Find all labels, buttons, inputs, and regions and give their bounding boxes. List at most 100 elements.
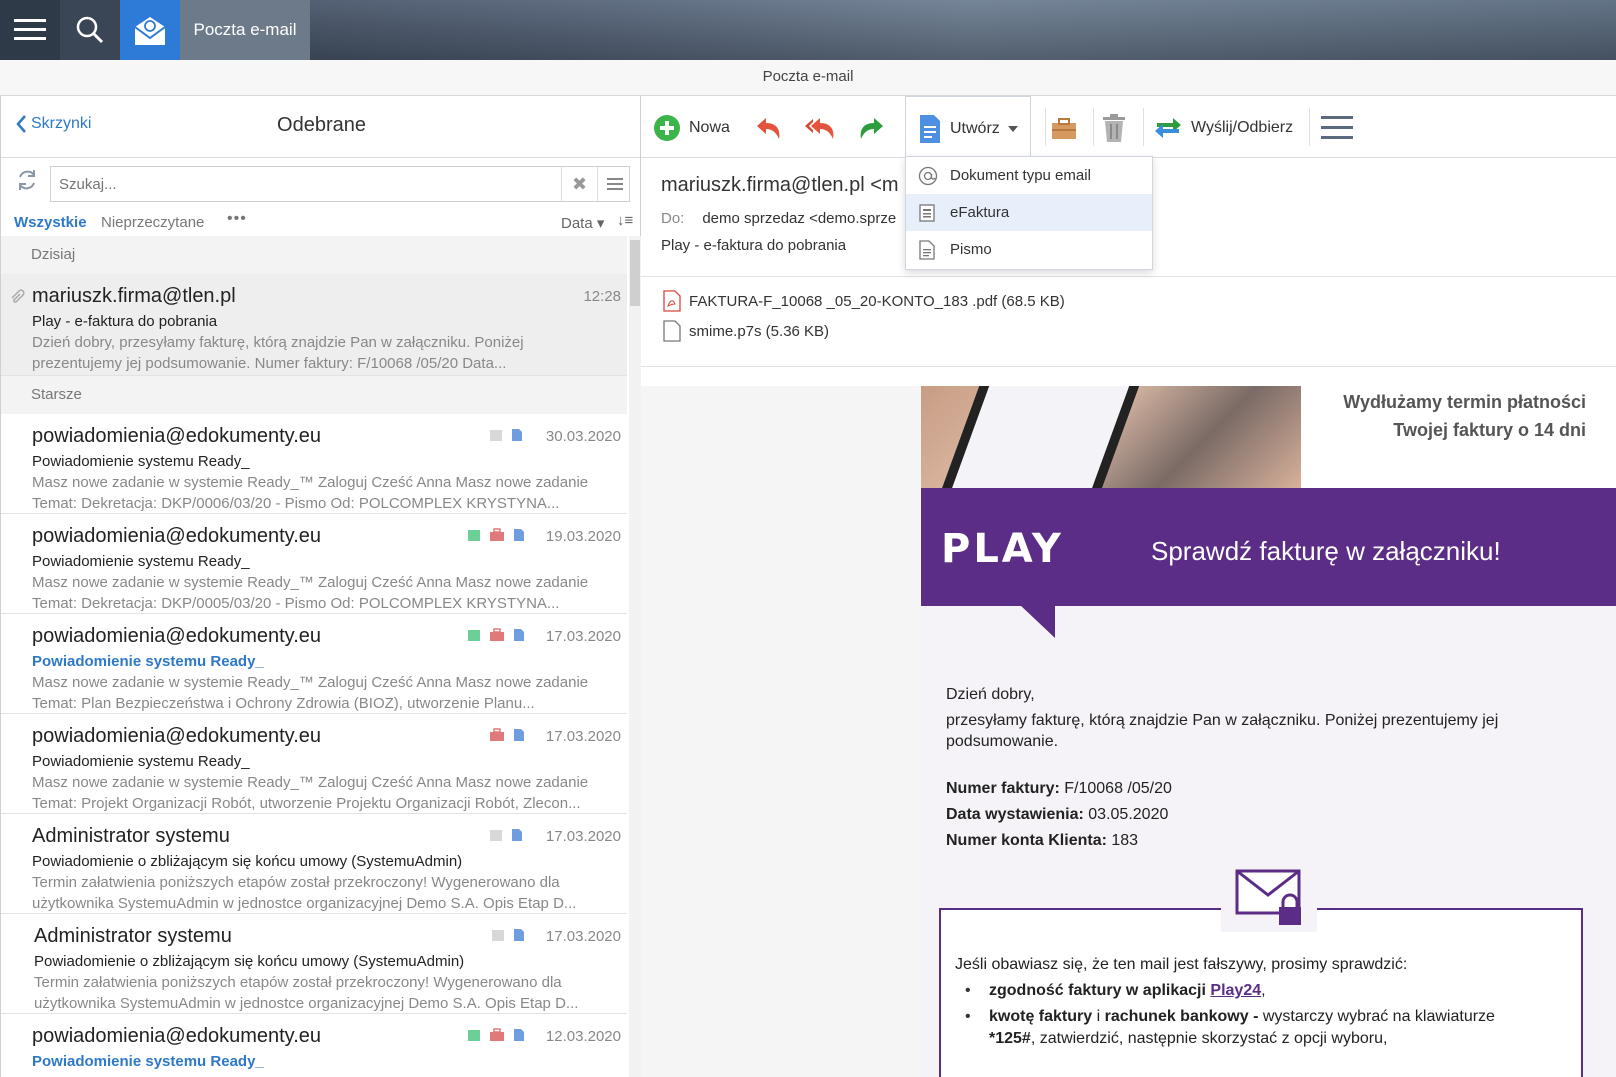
list-item[interactable]: mariuszk.firma@tlen.pl Play - e-faktura … <box>1 274 627 376</box>
attachment-pdf[interactable]: FAKTURA-F_10068 _05_20-KONTO_183 .pdf (6… <box>663 290 1065 312</box>
bullet-strong: kwotę faktury <box>989 1008 1093 1025</box>
secure-mail-badge <box>1221 866 1317 932</box>
move-to-folder-button[interactable] <box>1049 108 1079 148</box>
document-icon <box>514 729 524 741</box>
message-subject: Powiadomienie systemu Ready_ <box>32 553 250 570</box>
message-preview: Masz nowe zadanie w systemie Ready_™ Zal… <box>32 674 589 691</box>
document-icon <box>514 629 524 641</box>
filter-unread[interactable]: Nieprzeczytane <box>101 214 204 231</box>
search-options-button[interactable] <box>597 167 631 201</box>
message-date: 17.03.2020 <box>545 628 621 645</box>
date-value: 03.05.2020 <box>1088 806 1169 823</box>
briefcase-icon <box>490 1028 504 1041</box>
message-preview: Temat: Dekretacja: DKP/0005/03/20 - Pism… <box>32 595 560 612</box>
more-filters-button[interactable]: ••• <box>227 210 247 228</box>
message-sender: powiadomienia@edokumenty.eu <box>32 1025 321 1047</box>
reply-button[interactable] <box>753 108 785 148</box>
message-subject: Powiadomienie systemu Ready_ <box>32 653 264 670</box>
delete-button[interactable] <box>1101 108 1127 148</box>
account-label: Numer konta Klienta: <box>946 832 1107 849</box>
create-dropdown-menu: Dokument typu email eFaktura Pismo <box>905 156 1153 270</box>
forward-button[interactable] <box>855 108 887 148</box>
message-sender: powiadomienia@edokumenty.eu <box>32 525 321 547</box>
hero-image <box>921 386 1301 488</box>
message-preview: użytkownika SystemuAdmin w jednostce org… <box>34 995 579 1012</box>
mail-app-icon <box>134 17 166 45</box>
message-list: Dzisiaj mariuszk.firma@tlen.pl Play - e-… <box>1 236 627 1077</box>
list-item[interactable]: Administrator systemu Powiadomienie o zb… <box>1 914 627 1014</box>
intro-line: przesyłamy fakturę, którą znajdzie Pan w… <box>946 712 1499 729</box>
menu-item-label: Dokument typu email <box>950 167 1091 184</box>
speech-notch <box>1019 604 1055 638</box>
hero-banner: Wydłużamy termin płatności Twojej faktur… <box>921 386 1616 488</box>
message-flags <box>489 828 523 842</box>
hero-text: Twojej faktury o 14 dni <box>1393 420 1586 440</box>
invoice-number: Numer faktury: F/10068 /05/20 <box>946 780 1172 798</box>
document-icon <box>512 829 522 841</box>
list-item[interactable]: Administrator systemu Powiadomienie o zb… <box>1 814 627 914</box>
menu-item-letter[interactable]: Pismo <box>906 231 1152 268</box>
message-flags <box>467 528 525 542</box>
menu-item-email-document[interactable]: Dokument typu email <box>906 157 1152 194</box>
bullet-strong: rachunek bankowy - <box>1104 1008 1259 1025</box>
clear-search-button[interactable]: ✖ <box>561 167 597 201</box>
message-flags <box>491 928 525 942</box>
mail-app-button[interactable] <box>120 0 180 60</box>
message-date: 12:28 <box>583 288 621 305</box>
message-sender: powiadomienia@edokumenty.eu <box>32 725 321 747</box>
calendar-icon <box>468 630 480 641</box>
attachment-icon <box>11 289 25 303</box>
list-scrollbar[interactable] <box>629 236 641 1077</box>
sync-button[interactable] <box>15 168 39 197</box>
reply-all-button[interactable] <box>803 108 837 148</box>
attachment-name: smime.p7s (5.36 KB) <box>689 322 830 340</box>
invoice-label: Numer faktury: <box>946 780 1060 797</box>
toolbar-separator <box>1093 108 1094 146</box>
list-item[interactable]: powiadomienia@edokumenty.eu Powiadomieni… <box>1 514 627 614</box>
message-flags <box>467 628 525 642</box>
attachment-file[interactable]: smime.p7s (5.36 KB) <box>663 320 829 342</box>
message-sender: Administrator systemu <box>34 925 232 947</box>
message-sender: mariuszk.firma@tlen.pl <box>32 285 236 307</box>
message-subject: Powiadomienie o zbliżającym się końcu um… <box>32 853 463 870</box>
sort-direction-icon[interactable]: ↓≡ <box>617 212 633 229</box>
list-icon <box>606 178 623 190</box>
security-notice-box: Jeśli obawiasz się, że ten mail jest fał… <box>939 908 1583 1077</box>
send-receive-label: Wyślij/Odbierz <box>1191 119 1294 136</box>
message-preview: Temat: Projekt Organizacji Robót, utworz… <box>32 795 581 812</box>
header-background <box>300 0 1616 60</box>
banner-text: Sprawdź fakturę w załączniku! <box>1151 536 1501 566</box>
filter-all[interactable]: Wszystkie <box>14 214 87 231</box>
create-menu-button[interactable]: Utwórz <box>905 96 1031 158</box>
attachment-name: FAKTURA-F_10068 _05_20-KONTO_183 .pdf (6… <box>689 292 1065 310</box>
hamburger-menu-button[interactable] <box>0 0 60 60</box>
mail-list-panel: Odebrane Skrzynki ✖ Wszystkie Nieprzeczy… <box>0 96 641 1077</box>
list-item[interactable]: powiadomienia@edokumenty.eu Powiadomieni… <box>1 714 627 814</box>
sort-label: Data <box>561 215 593 232</box>
list-item[interactable]: powiadomienia@edokumenty.eu Powiadomieni… <box>1 614 627 714</box>
search-input[interactable] <box>51 167 561 201</box>
reading-pane: Nowa Utwórz Wyślij/Odbierz mariuszk.firm… <box>641 96 1616 1077</box>
back-to-mailboxes-link[interactable]: Skrzynki <box>15 114 91 134</box>
invoice-value: F/10068 /05/20 <box>1064 780 1172 797</box>
app-title[interactable]: Poczta e-mail <box>180 0 310 60</box>
new-message-button[interactable]: Nowa <box>653 108 730 148</box>
folder-title: Odebrane <box>277 114 366 136</box>
send-receive-button[interactable]: Wyślij/Odbierz <box>1153 108 1293 148</box>
play24-link[interactable]: Play24 <box>1210 982 1261 999</box>
search-button[interactable] <box>60 0 120 60</box>
more-menu-button[interactable] <box>1321 108 1353 148</box>
list-item[interactable]: powiadomienia@edokumenty.eu Powiadomieni… <box>1 414 627 514</box>
sort-dropdown[interactable]: Data ▾ <box>561 214 604 232</box>
message-sender: powiadomienia@edokumenty.eu <box>32 625 321 647</box>
menu-item-einvoice[interactable]: eFaktura <box>906 194 1152 231</box>
list-item[interactable]: powiadomienia@edokumenty.eu Powiadomieni… <box>1 1014 627 1077</box>
bullet-end: , <box>1261 982 1266 999</box>
message-subject: Powiadomienie systemu Ready_ <box>32 753 250 770</box>
reply-icon <box>757 118 780 139</box>
file-icon <box>663 320 681 342</box>
scrollbar-thumb[interactable] <box>630 240 640 306</box>
calendar-icon <box>490 830 502 841</box>
document-icon <box>514 1029 524 1041</box>
search-icon <box>76 16 104 44</box>
